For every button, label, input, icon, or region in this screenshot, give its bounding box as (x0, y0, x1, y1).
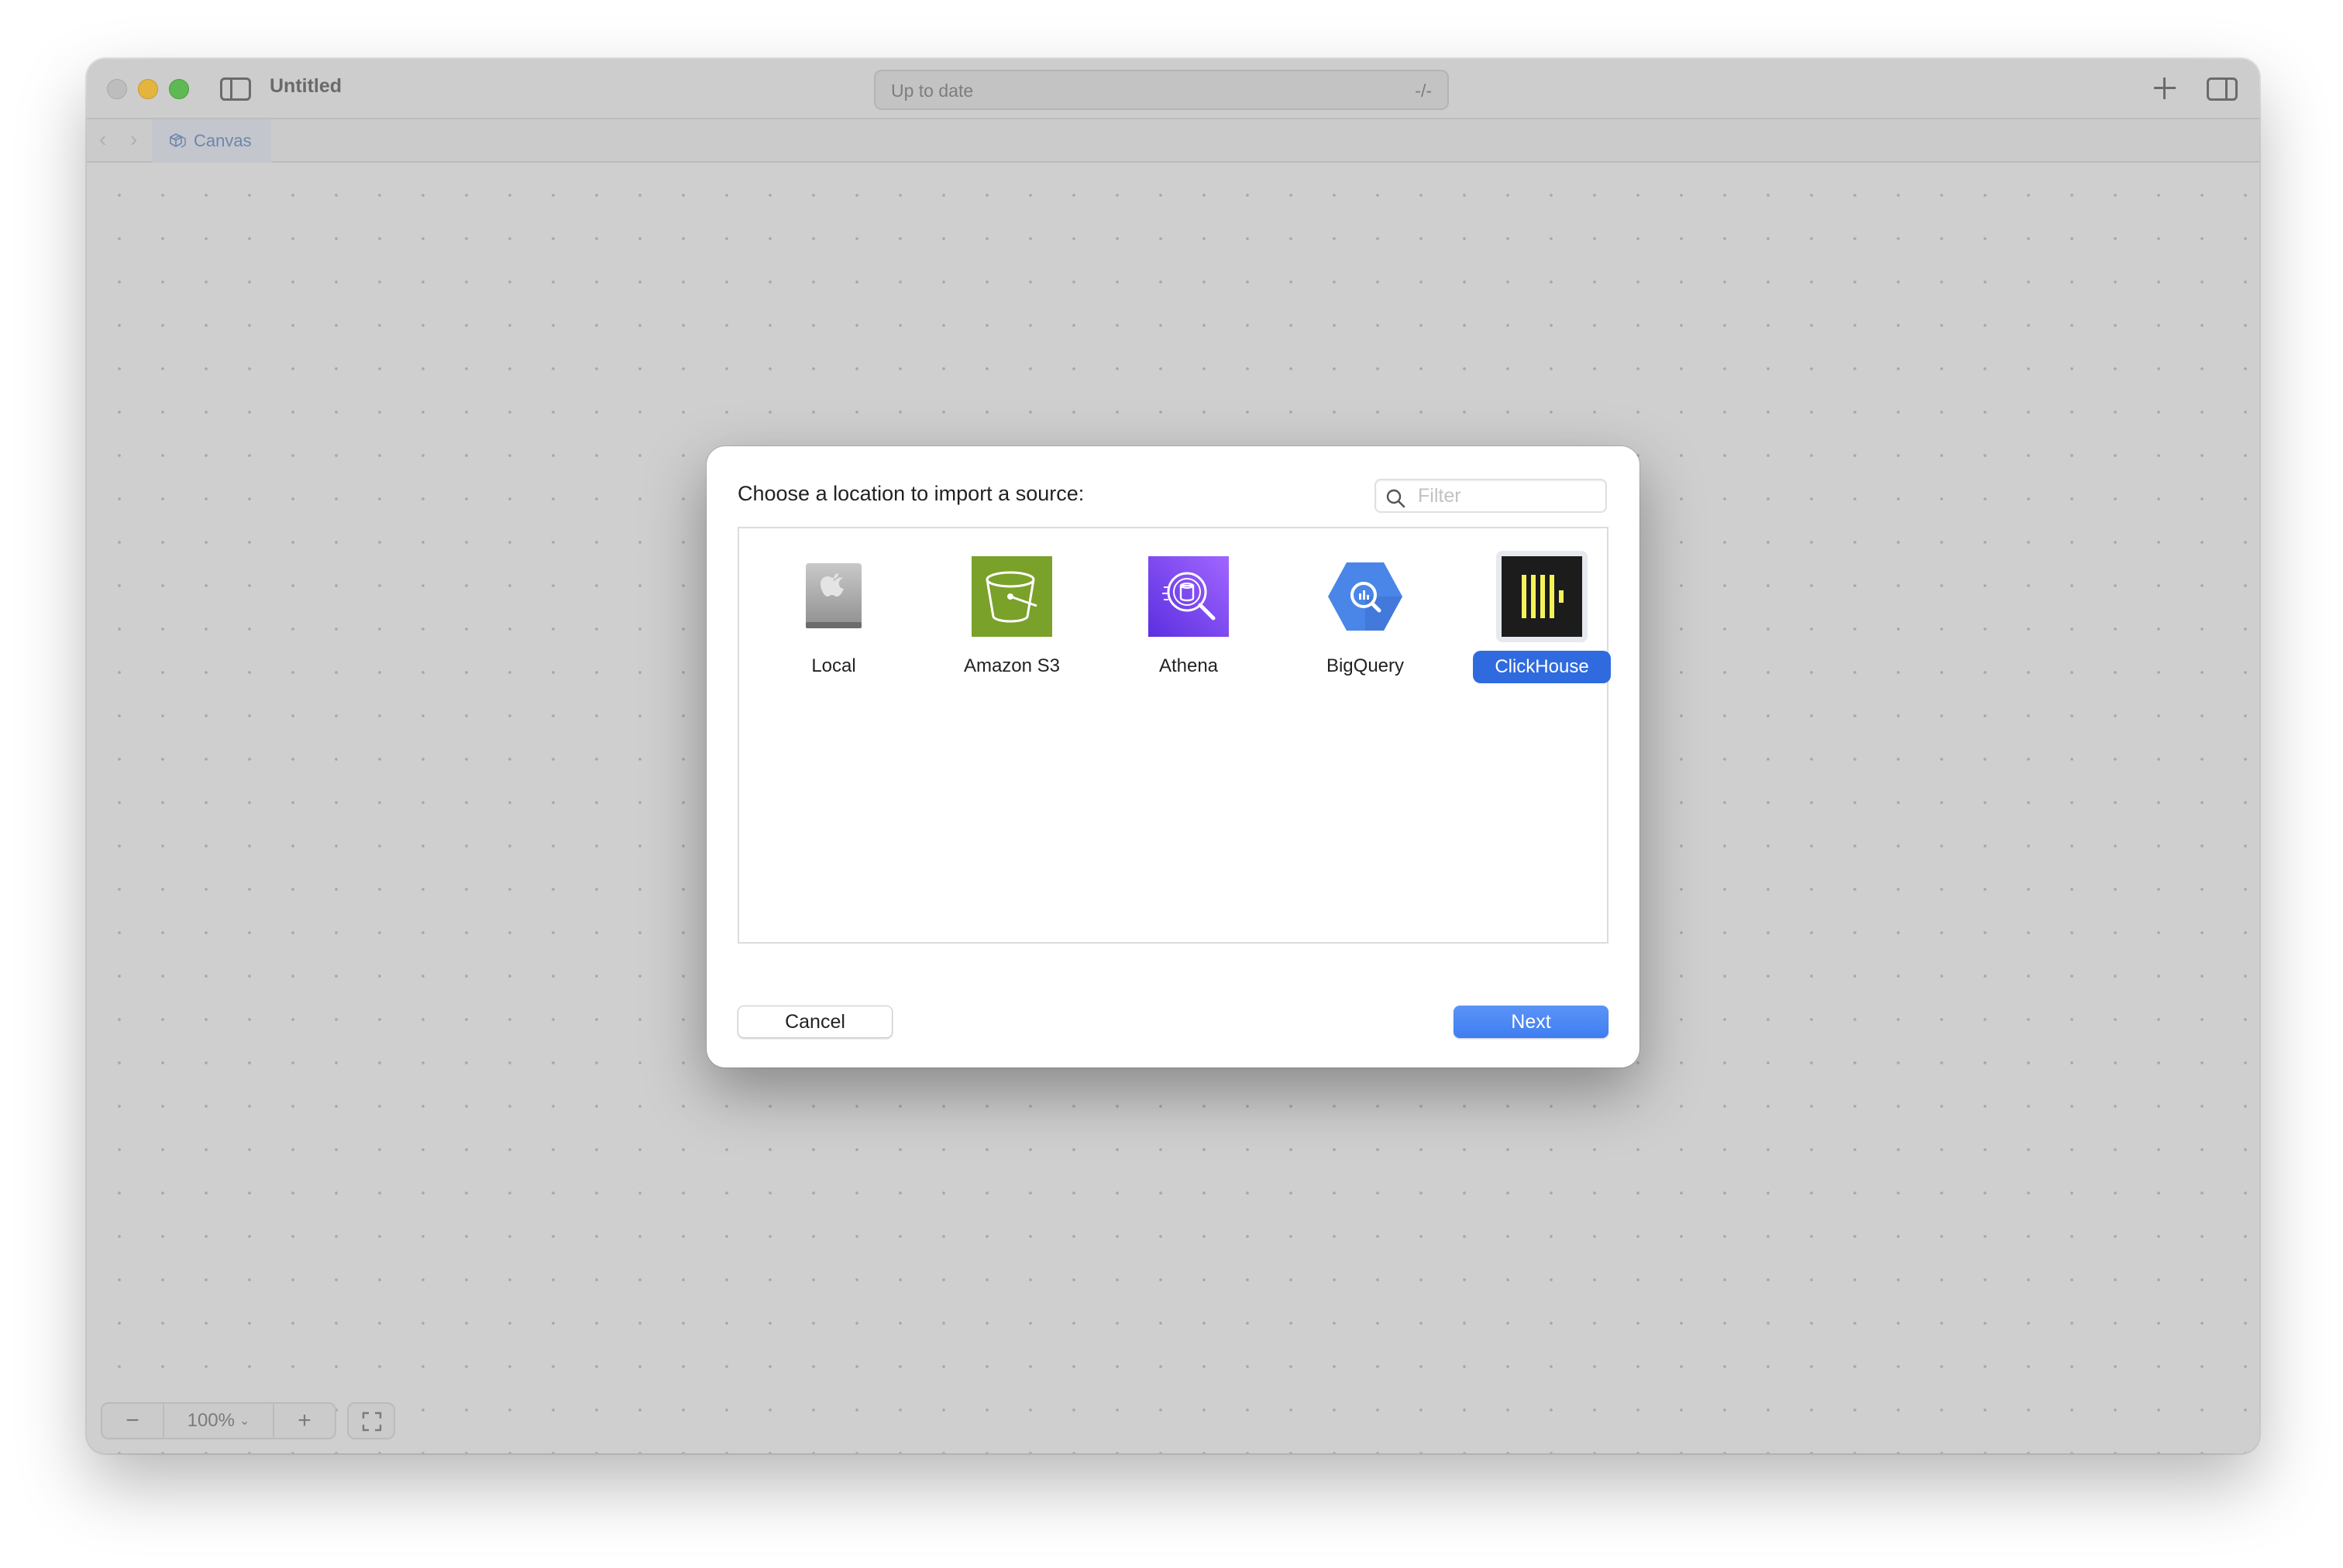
zoom-control: − 100% ⌄ + (101, 1402, 336, 1439)
cancel-button[interactable]: Cancel (738, 1006, 893, 1038)
source-item-bigquery[interactable]: BigQuery (1288, 556, 1443, 696)
source-label: BigQuery (1326, 655, 1405, 676)
source-label: Athena (1158, 655, 1219, 676)
canvas-cube-icon (170, 133, 186, 148)
zoom-in-button[interactable]: + (274, 1404, 335, 1438)
bigquery-icon (1325, 556, 1405, 637)
fit-screen-icon (362, 1412, 382, 1432)
source-item-local[interactable]: Local (756, 556, 911, 696)
amazon-s3-bucket-icon (972, 556, 1052, 637)
source-label: Local (811, 655, 856, 676)
back-chevron-icon[interactable]: ‹ (99, 127, 106, 152)
source-list: Local Amazon S3 Athena BigQuery ClickHou… (738, 527, 1611, 944)
zoom-window-button[interactable] (169, 79, 189, 99)
next-button[interactable]: Next (1454, 1006, 1608, 1038)
title-bar: Untitled Up to date -/- (87, 59, 2259, 119)
tab-canvas[interactable]: Canvas (152, 119, 271, 163)
source-item-amazon-s3[interactable]: Amazon S3 (934, 556, 1089, 696)
filter-field[interactable] (1374, 479, 1607, 513)
status-text: Up to date (891, 81, 974, 101)
zoom-level-dropdown[interactable]: 100% ⌄ (163, 1404, 274, 1438)
athena-search-icon (1148, 556, 1229, 637)
chevron-down-icon: ⌄ (239, 1415, 250, 1428)
sidebar-toggle-icon[interactable] (220, 77, 251, 101)
tab-label: Canvas (194, 131, 252, 150)
dialog-title: Choose a location to import a source: (738, 482, 1085, 505)
source-label: ClickHouse (1473, 651, 1611, 683)
import-source-dialog: Choose a location to import a source: Fi… (707, 446, 1639, 1068)
tab-bar: ‹ › Canvas (87, 119, 2259, 163)
source-item-athena[interactable]: Athena (1111, 556, 1266, 696)
search-icon (1386, 489, 1405, 508)
clickhouse-icon (1496, 551, 1588, 642)
add-icon[interactable] (2152, 76, 2177, 101)
forward-chevron-icon[interactable]: › (130, 127, 137, 152)
status-counter: -/- (1415, 81, 1432, 101)
source-label: Amazon S3 (963, 655, 1061, 676)
source-item-clickhouse[interactable]: ClickHouse (1464, 551, 1619, 696)
fit-to-screen-button[interactable] (347, 1402, 395, 1439)
filter-input[interactable] (1416, 483, 1599, 508)
zoom-level-value: 100% (187, 1410, 235, 1431)
close-window-button[interactable] (107, 79, 127, 99)
inspector-toggle-icon[interactable] (2207, 77, 2238, 101)
minimize-window-button[interactable] (138, 79, 158, 99)
local-drive-icon (793, 556, 874, 637)
status-field: Up to date -/- (874, 70, 1449, 110)
zoom-out-button[interactable]: − (102, 1404, 163, 1438)
window-title: Untitled (270, 75, 342, 97)
